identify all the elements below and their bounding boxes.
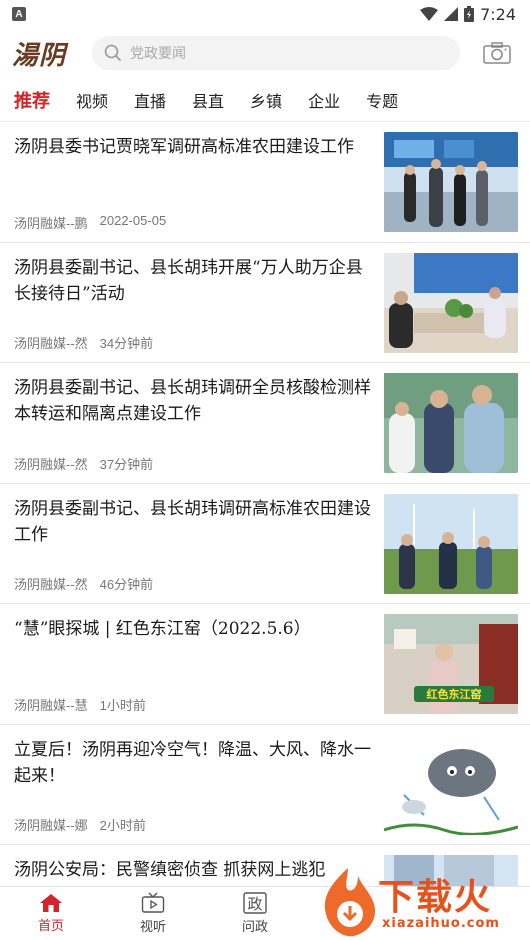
tab-county[interactable]: 县直 bbox=[192, 88, 224, 112]
news-item[interactable]: 立夏后！汤阴再迎冷空气！降温、大风、降水一起来！ 汤阴融媒--娜 2小时前 bbox=[0, 725, 530, 845]
news-time: 37分钟前 bbox=[99, 456, 154, 472]
thumb-caption: 红色东江窑 bbox=[427, 687, 482, 701]
news-thumbnail[interactable]: 红色东江窑 bbox=[384, 614, 518, 714]
news-source: 汤阴融媒--然 bbox=[14, 577, 88, 592]
tv-icon bbox=[141, 892, 165, 913]
nav-home[interactable]: 首页 bbox=[0, 887, 102, 940]
news-title[interactable]: 汤阴县委副书记、县长胡玮开展“万人助万企县长接待日”活动 bbox=[14, 255, 372, 307]
tab-video[interactable]: 视频 bbox=[76, 88, 108, 112]
news-item[interactable]: 汤阴县委副书记、县长胡玮调研高标准农田建设工作 汤阴融媒--然 46分钟前 bbox=[0, 484, 530, 604]
search-placeholder: 党政要闻 bbox=[130, 45, 186, 61]
search-icon bbox=[104, 44, 122, 62]
news-thumbnail[interactable] bbox=[384, 373, 518, 473]
news-list: 汤阴县委书记贾晓军调研高标准农田建设工作 汤阴融媒--鹏 2022-05-05 汤… bbox=[0, 122, 530, 886]
news-title[interactable]: 汤阴县委书记贾晓军调研高标准农田建设工作 bbox=[14, 134, 372, 160]
tab-live[interactable]: 直播 bbox=[134, 88, 166, 112]
news-title[interactable]: 立夏后！汤阴再迎冷空气！降温、大风、降水一起来！ bbox=[14, 737, 372, 789]
nav-home-label: 首页 bbox=[37, 919, 64, 934]
zheng-icon: 政 bbox=[243, 892, 267, 914]
news-item[interactable]: 汤阴县委书记贾晓军调研高标准农田建设工作 汤阴融媒--鹏 2022-05-05 bbox=[0, 122, 530, 243]
nav-politics-label: 问政 bbox=[241, 920, 268, 935]
news-title[interactable]: 汤阴县委副书记、县长胡玮调研全员核酸检测样本转运和隔离点建设工作 bbox=[14, 375, 372, 427]
watermark-url: xiazaihuo.com bbox=[382, 916, 500, 931]
nav-media-label: 视听 bbox=[139, 920, 166, 935]
battery-icon bbox=[464, 6, 475, 22]
nav-media[interactable]: 视听 bbox=[102, 887, 204, 940]
app-notification-icon: A bbox=[12, 7, 26, 21]
watermark-text: 下载火 bbox=[378, 877, 493, 918]
flame-logo-icon bbox=[324, 868, 376, 937]
news-time: 2小时前 bbox=[99, 818, 146, 833]
tab-township[interactable]: 乡镇 bbox=[250, 88, 282, 112]
camera-button[interactable] bbox=[480, 36, 514, 70]
tab-recommend[interactable]: 推荐 bbox=[14, 87, 50, 113]
news-source: 汤阴融媒--娜 bbox=[14, 818, 88, 833]
signal-icon bbox=[444, 7, 459, 21]
news-source: 汤阴融媒--然 bbox=[14, 336, 88, 351]
tab-enterprise[interactable]: 企业 bbox=[308, 88, 340, 112]
news-source: 汤阴融媒--然 bbox=[14, 456, 88, 472]
news-thumbnail[interactable] bbox=[384, 132, 518, 232]
camera-icon bbox=[483, 42, 511, 64]
zheng-glyph: 政 bbox=[247, 895, 262, 913]
news-time: 34分钟前 bbox=[99, 336, 154, 351]
news-thumbnail[interactable] bbox=[384, 252, 518, 353]
nav-politics[interactable]: 政 问政 bbox=[204, 887, 306, 940]
status-time: 7:24 bbox=[480, 4, 516, 24]
news-source: 汤阴融媒--鹏 bbox=[14, 215, 88, 231]
news-item[interactable]: 汤阴县委副书记、县长胡玮开展“万人助万企县长接待日”活动 汤阴融媒--然 34分钟… bbox=[0, 243, 530, 363]
category-tabs: 推荐 视频 直播 县直 乡镇 企业 专题 bbox=[0, 78, 530, 122]
status-bar: A 7:24 bbox=[0, 0, 530, 28]
news-thumbnail[interactable] bbox=[384, 734, 518, 835]
tab-special[interactable]: 专题 bbox=[366, 88, 398, 112]
home-icon bbox=[40, 894, 62, 912]
wifi-icon bbox=[420, 7, 439, 21]
app-header: 湯阴 党政要闻 bbox=[0, 28, 530, 78]
news-item[interactable]: “慧”眼探城 | 红色东江窑（2022.5.6） 汤阴融媒--慧 1小时前 红色东… bbox=[0, 604, 530, 725]
news-source: 汤阴融媒--慧 bbox=[14, 697, 88, 713]
news-item[interactable]: 汤阴县委副书记、县长胡玮调研全员核酸检测样本转运和隔离点建设工作 汤阴融媒--然… bbox=[0, 363, 530, 484]
news-title[interactable]: “慧”眼探城 | 红色东江窑（2022.5.6） bbox=[14, 616, 372, 642]
search-bar[interactable]: 党政要闻 bbox=[92, 36, 460, 70]
news-title[interactable]: 汤阴县委副书记、县长胡玮调研高标准农田建设工作 bbox=[14, 496, 372, 548]
news-time: 2022-05-05 bbox=[99, 212, 167, 228]
news-thumbnail[interactable] bbox=[384, 493, 518, 594]
news-time: 1小时前 bbox=[99, 697, 146, 713]
watermark-logo: 下载火 xiazaihuo.com bbox=[318, 862, 530, 940]
news-time: 46分钟前 bbox=[99, 577, 154, 592]
app-logo[interactable]: 湯阴 bbox=[12, 35, 78, 72]
